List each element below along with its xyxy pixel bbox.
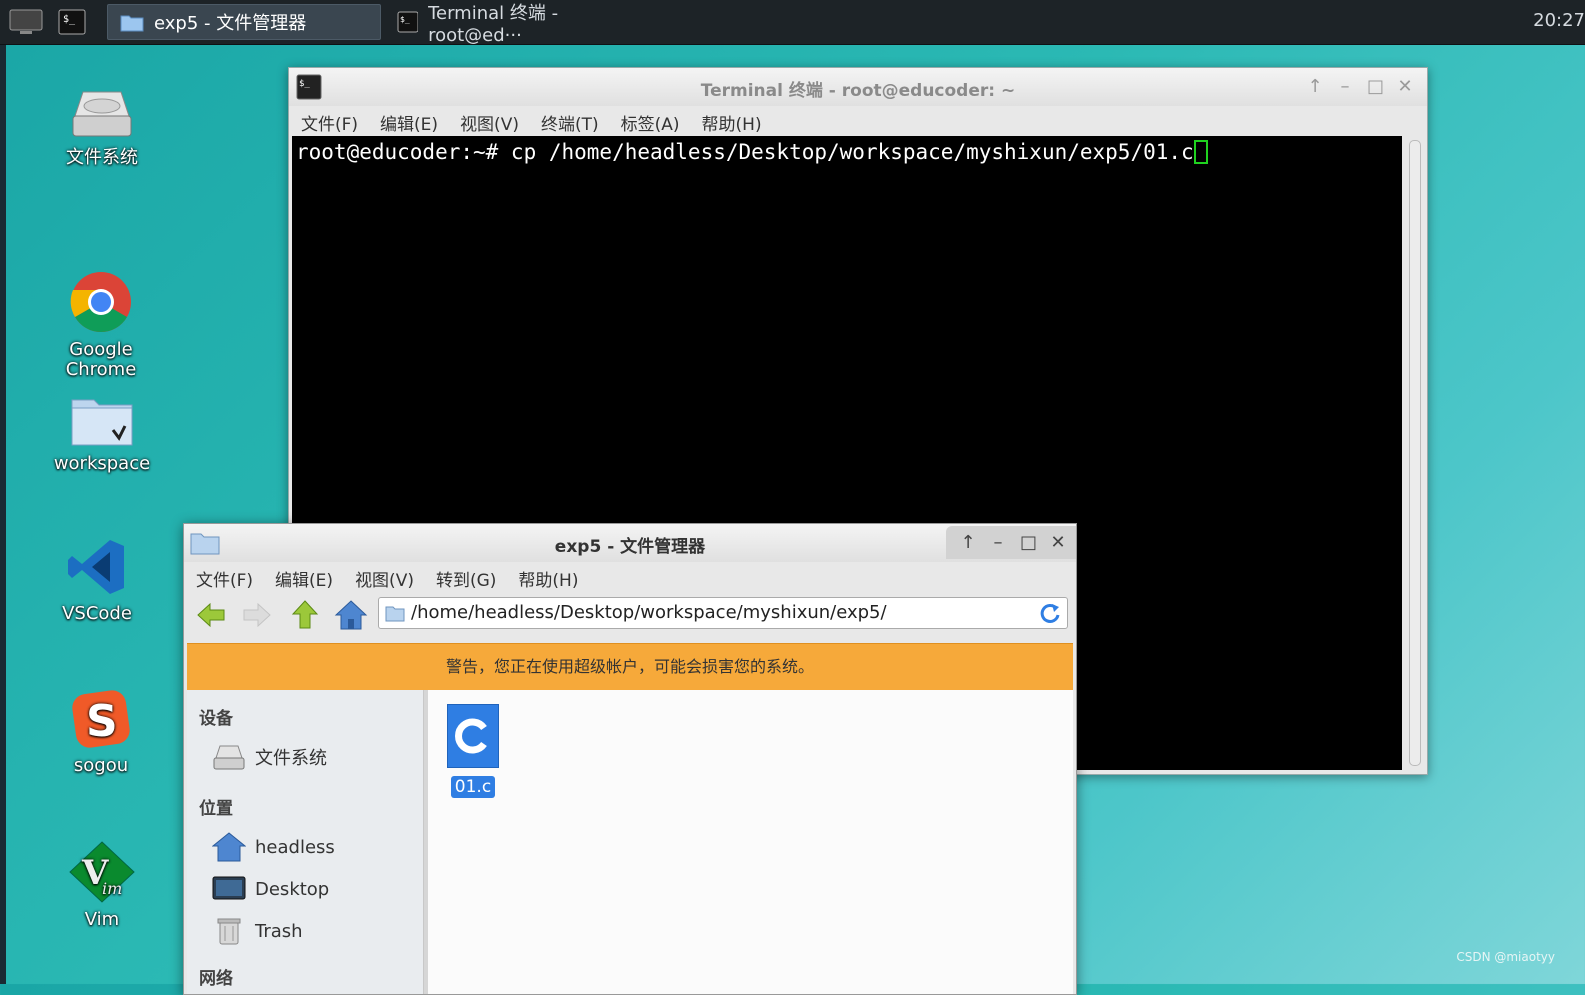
menu-terminal[interactable]: 终端(T) [541, 110, 599, 135]
terminal-menubar: 文件(F) 编辑(E) 视图(V) 终端(T) 标签(A) 帮助(H) [289, 106, 1427, 138]
top-panel: $_ exp5 - 文件管理器 $_ Terminal 终端 - root@ed… [0, 0, 1585, 46]
window-controls: ↑ – □ ✕ [1307, 76, 1413, 97]
sidebar-item-label: headless [255, 836, 335, 858]
keep-above-button[interactable]: ↑ [960, 532, 976, 553]
window-title: exp5 - 文件管理器 [554, 537, 706, 557]
menu-view[interactable]: 视图(V) [355, 566, 414, 591]
chrome-icon [69, 250, 133, 333]
root-warning-banner: 警告，您正在使用超级帐户，可能会损害您的系统。 [187, 643, 1073, 691]
svg-text:$_: $_ [63, 14, 76, 25]
sidebar-item-headless[interactable]: headless [211, 832, 335, 862]
trash-icon [211, 916, 247, 946]
maximize-button[interactable]: □ [1367, 76, 1384, 97]
taskbar-item-file-manager[interactable]: exp5 - 文件管理器 [107, 4, 381, 40]
show-desktop-button[interactable] [8, 5, 46, 39]
folder-icon [385, 606, 405, 622]
sidebar-item-desktop[interactable]: Desktop [211, 874, 329, 904]
up-arrow-icon[interactable] [288, 598, 322, 632]
file-view[interactable]: 01.c [428, 690, 1073, 994]
keep-above-button[interactable]: ↑ [1307, 76, 1323, 97]
desktop-icon-label: workspace [53, 453, 151, 474]
menu-go[interactable]: 转到(G) [436, 566, 496, 591]
file-manager-titlebar[interactable]: exp5 - 文件管理器 ↑ – □ ✕ [184, 524, 1076, 562]
maximize-button[interactable]: □ [1020, 532, 1037, 553]
taskbar-item-label: exp5 - 文件管理器 [154, 13, 307, 34]
window-controls: ↑ – □ ✕ [946, 526, 1076, 559]
menu-help[interactable]: 帮助(H) [518, 566, 578, 591]
desktop-icon [211, 874, 247, 904]
minimize-button[interactable]: – [990, 532, 1006, 553]
desktop-icon-sogou[interactable]: S sogou [41, 690, 161, 776]
reload-icon[interactable] [1039, 602, 1061, 624]
clock[interactable]: 20:27 [1533, 10, 1585, 31]
hard-drive-icon [211, 742, 247, 772]
sogou-icon: S [70, 690, 132, 750]
terminal-icon: $_ [397, 11, 419, 33]
back-arrow-icon[interactable] [194, 598, 228, 632]
sidebar: 设备 文件系统 位置 headless Desktop Trash 网络 [187, 690, 424, 994]
text-cursor [1193, 140, 1208, 164]
sidebar-item-trash[interactable]: Trash [211, 916, 303, 946]
terminal-launcher-button[interactable]: $_ [58, 5, 88, 39]
window-title: Terminal 终端 - root@educoder: ~ [700, 81, 1016, 101]
desktop-icon-label: 文件系统 [66, 147, 138, 168]
sidebar-item-label: 文件系统 [255, 748, 327, 769]
monitor-icon [9, 9, 43, 34]
file-manager-toolbar: /home/headless/Desktop/workspace/myshixu… [184, 594, 1076, 638]
menu-file[interactable]: 文件(F) [301, 110, 358, 135]
desktop-icon-chrome[interactable]: Google Chrome [41, 230, 161, 400]
file-manager-window: exp5 - 文件管理器 ↑ – □ ✕ 文件(F) 编辑(E) 视图(V) 转… [183, 523, 1077, 995]
menu-edit[interactable]: 编辑(E) [380, 110, 438, 135]
sidebar-item-label: Desktop [255, 878, 330, 900]
menu-help[interactable]: 帮助(H) [702, 110, 762, 135]
svg-text:S: S [86, 696, 118, 747]
menu-view[interactable]: 视图(V) [460, 110, 519, 135]
terminal-titlebar[interactable]: $_ Terminal 终端 - root@educoder: ~ ↑ – □ … [289, 68, 1427, 106]
sidebar-item-label: Trash [255, 920, 303, 942]
sidebar-header-network: 网络 [199, 969, 233, 989]
minimize-button[interactable]: – [1337, 76, 1353, 97]
file-manager-menubar: 文件(F) 编辑(E) 视图(V) 转到(G) 帮助(H) [184, 562, 1076, 594]
close-button[interactable]: ✕ [1397, 76, 1413, 97]
terminal-icon: $_ [58, 9, 86, 35]
menu-tabs[interactable]: 标签(A) [621, 110, 680, 135]
desktop-icon-label: VSCode [62, 603, 132, 624]
vim-icon: Vim [68, 840, 136, 904]
folder-icon [120, 15, 144, 32]
folder-link-icon [69, 390, 135, 448]
svg-text:im: im [102, 879, 122, 898]
location-bar[interactable]: /home/headless/Desktop/workspace/myshixu… [378, 597, 1068, 629]
taskbar-item-terminal[interactable]: $_ Terminal 终端 - root@ed··· [385, 3, 660, 46]
desktop-icon-label: Google Chrome [65, 339, 137, 380]
menu-file[interactable]: 文件(F) [196, 566, 253, 591]
c-source-file-icon [447, 704, 499, 768]
left-edge-strip [0, 0, 6, 984]
desktop-icon-label: sogou [73, 755, 129, 776]
vscode-icon [66, 536, 128, 598]
desktop-icon-vim[interactable]: Vim Vim [42, 840, 162, 930]
menu-edit[interactable]: 编辑(E) [275, 566, 333, 591]
taskbar-item-label: Terminal 终端 - root@ed··· [428, 2, 559, 46]
sidebar-header-devices: 设备 [199, 709, 233, 729]
location-path: /home/headless/Desktop/workspace/myshixu… [411, 602, 887, 623]
desktop-icon-label: Vim [84, 909, 120, 930]
sidebar-header-places: 位置 [199, 799, 233, 819]
desktop-icon-vscode[interactable]: VSCode [37, 536, 157, 624]
home-icon[interactable] [334, 598, 368, 632]
svg-text:$_: $_ [400, 15, 410, 24]
home-icon [211, 832, 247, 862]
terminal-scrollbar[interactable] [1409, 140, 1421, 766]
watermark: CSDN @miaotyy [1456, 950, 1555, 964]
desktop-icon-filesystem[interactable]: 文件系统 [42, 86, 162, 168]
close-button[interactable]: ✕ [1050, 532, 1066, 553]
file-name: 01.c [450, 776, 496, 798]
command-line: root@educoder:~# cp /home/headless/Deskt… [296, 140, 1194, 164]
hard-drive-icon [69, 86, 135, 142]
file-item[interactable]: 01.c [446, 704, 500, 798]
forward-arrow-icon[interactable] [240, 598, 274, 632]
sidebar-item-filesystem[interactable]: 文件系统 [211, 742, 327, 772]
desktop-icon-workspace[interactable]: workspace [42, 390, 162, 474]
